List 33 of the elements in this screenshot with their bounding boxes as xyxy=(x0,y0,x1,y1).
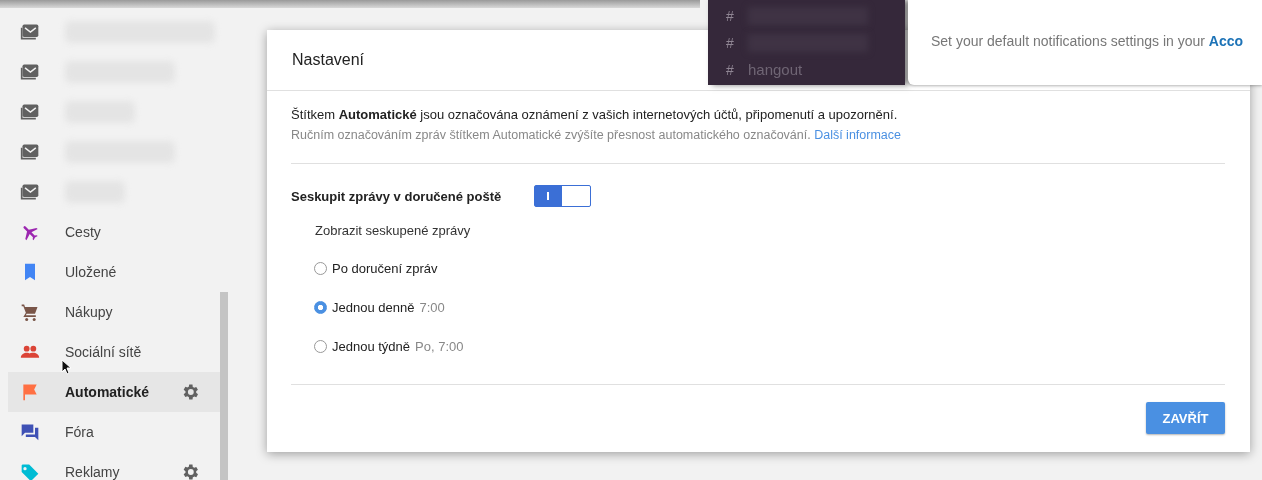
radio-label: Po doručení zpráv xyxy=(332,261,438,276)
sidebar-item[interactable]: Sociální sítě xyxy=(8,332,220,372)
sidebar-item[interactable]: Cesty xyxy=(8,212,220,252)
radio-label: Jednou denně xyxy=(332,300,415,315)
hash-symbol: # xyxy=(726,34,735,51)
radio-button[interactable] xyxy=(314,262,327,275)
sidebar-item[interactable]: Uložené xyxy=(8,252,220,292)
radio-button[interactable] xyxy=(314,301,327,314)
toggle-switch[interactable] xyxy=(534,185,591,207)
envelope-stack-icon xyxy=(20,62,40,82)
sidebar-item[interactable]: Reklamy xyxy=(8,452,220,480)
cursor-icon xyxy=(61,359,71,375)
sidebar-item[interactable]: Automatické xyxy=(8,372,220,412)
dialog-title: Nastavení xyxy=(292,51,365,69)
envelope-stack-icon xyxy=(20,182,40,202)
hash-symbol: # xyxy=(726,7,735,24)
hint-text: Ručním označováním zpráv štítkem Automatické zvýšíte přesnost automatického označování. xyxy=(291,128,811,142)
envelope-stack-icon xyxy=(20,142,40,162)
radio-detail: 7:00 xyxy=(419,300,445,315)
notification-text: Set your default notifications settings in your xyxy=(931,33,1205,49)
group-label: Zobrazit seskupené zprávy xyxy=(315,223,472,238)
radio-button[interactable] xyxy=(314,340,327,353)
scrollbar[interactable] xyxy=(220,292,228,480)
radio-detail: Po, 7:00 xyxy=(415,339,464,354)
radio-label: Jednou týdně xyxy=(332,339,411,354)
envelope-stack-icon xyxy=(20,22,40,42)
sidebar-item[interactable]: Fóra xyxy=(8,412,220,452)
description-text: Štítkem Automatické jsou označována oznámení z vašich internetových účtů, připomenutí a upozornění. xyxy=(291,106,899,124)
envelope-stack-icon xyxy=(20,102,40,122)
account-link[interactable]: Acco xyxy=(1208,33,1244,49)
sidebar-item[interactable]: Nákupy xyxy=(8,292,220,332)
toggle-label: Seskupit zprávy v doručené poště xyxy=(291,188,503,204)
hash-symbol: # xyxy=(726,61,735,78)
